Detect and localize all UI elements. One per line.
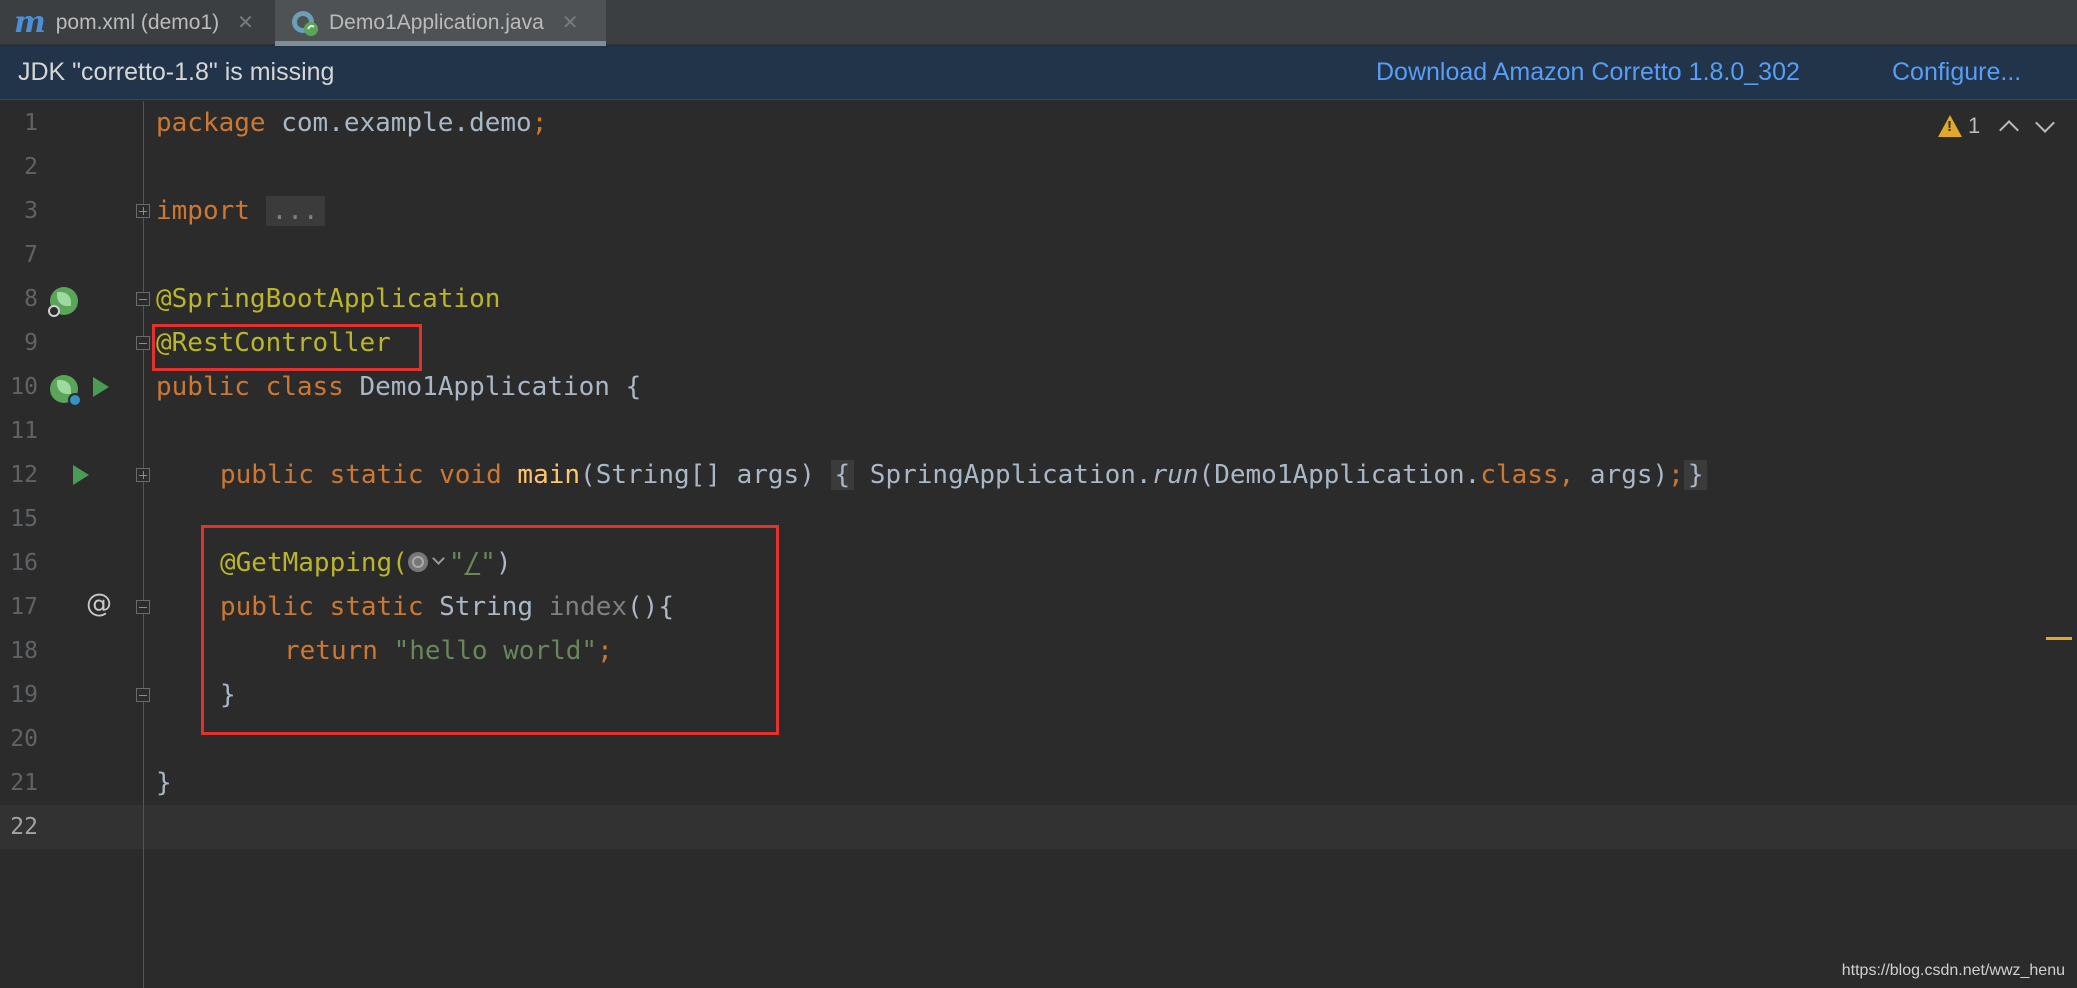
line-number: 20 <box>10 726 38 752</box>
spring-bean-icon[interactable] <box>50 375 82 407</box>
code-text: Demo1Application { <box>343 372 642 402</box>
warning-count: 1 <box>1968 113 1981 138</box>
missing-jdk-banner: JDK "corretto-1.8" is missing Download A… <box>0 46 2077 100</box>
line-number: 3 <box>24 198 38 224</box>
warning-icon <box>1938 115 1962 137</box>
method-name: main <box>517 460 581 490</box>
highlight-box-getmapping <box>201 525 779 735</box>
run-icon[interactable] <box>93 377 109 397</box>
chevron-down-icon[interactable] <box>2035 113 2056 133</box>
line-number: 16 <box>10 550 38 576</box>
code-line: public class Demo1Application { <box>156 365 641 409</box>
configure-link[interactable]: Configure... <box>1892 58 2021 87</box>
method-call: run <box>1151 460 1199 490</box>
spring-class-icon <box>291 9 319 37</box>
fold-collapse-icon[interactable] <box>136 336 150 350</box>
code-line: package com.example.demo; <box>156 101 547 145</box>
code-text: com.example.demo <box>265 108 532 138</box>
line-number: 10 <box>10 374 38 400</box>
code-line: import ... <box>156 189 325 233</box>
request-mapping-icon[interactable]: @ <box>86 589 112 619</box>
line-number: 21 <box>10 770 38 796</box>
chevron-up-icon[interactable] <box>1999 120 2020 140</box>
run-icon[interactable] <box>73 465 89 485</box>
line-number: 18 <box>10 638 38 664</box>
line-number: 22 <box>10 814 38 840</box>
line-number: 9 <box>24 330 38 356</box>
fold-collapse-icon[interactable] <box>136 600 150 614</box>
code-line: } <box>156 761 172 805</box>
keyword: public class <box>156 372 344 402</box>
annotation: @SpringBootApplication <box>156 284 501 314</box>
folded-brace[interactable]: { <box>830 460 855 490</box>
folded-imports[interactable]: ... <box>265 196 325 226</box>
fold-expand-icon[interactable] <box>136 204 150 218</box>
tab-pom-xml[interactable]: m pom.xml (demo1) ✕ <box>14 0 254 45</box>
warning-stripe-marker[interactable] <box>2046 637 2072 640</box>
line-number: 17 <box>10 594 38 620</box>
watermark: https://blog.csdn.net/wwz_henu <box>1841 962 2065 979</box>
keyword: class, <box>1480 460 1575 490</box>
tab-label: Demo1Application.java <box>329 10 544 34</box>
keyword: import <box>156 196 250 226</box>
keyword: public static void <box>220 460 502 490</box>
tab-label: pom.xml (demo1) <box>55 10 220 34</box>
fold-expand-icon[interactable] <box>136 468 150 482</box>
code-text: args) <box>1574 460 1669 490</box>
line-number: 19 <box>10 682 38 708</box>
code-text: (Demo1Application. <box>1198 460 1481 490</box>
line-number: 8 <box>24 286 38 312</box>
semicolon: ; <box>1668 460 1684 490</box>
line-number: 1 <box>24 110 38 136</box>
line-number: 2 <box>24 154 38 180</box>
close-icon[interactable]: ✕ <box>237 10 254 35</box>
fold-collapse-icon[interactable] <box>136 688 150 702</box>
line-number: 12 <box>10 462 38 488</box>
current-line-highlight <box>0 805 2077 849</box>
inspection-widget[interactable]: 1 <box>1938 113 2056 140</box>
fold-collapse-icon[interactable] <box>136 292 150 306</box>
code-line: @SpringBootApplication <box>156 277 500 321</box>
code-text: (String[] args) <box>580 460 831 490</box>
banner-message: JDK "corretto-1.8" is missing <box>18 58 335 86</box>
line-number: 15 <box>10 506 38 532</box>
semicolon: ; <box>531 108 548 138</box>
tab-demo1application[interactable]: Demo1Application.java ✕ <box>275 0 606 45</box>
code-editor[interactable]: 1 2 3 7 8 9 10 11 12 15 16 17 18 19 20 2… <box>0 101 2077 988</box>
line-number: 11 <box>10 418 38 444</box>
folded-brace[interactable]: } <box>1683 460 1708 490</box>
spring-bean-search-icon[interactable] <box>48 287 78 317</box>
gutter-divider <box>143 101 144 988</box>
download-jdk-link[interactable]: Download Amazon Corretto 1.8.0_302 <box>1376 58 1800 87</box>
editor-tab-bar: m pom.xml (demo1) ✕ Demo1Application.jav… <box>0 0 2077 46</box>
code-text: SpringApplication. <box>854 460 1152 490</box>
keyword: package <box>156 108 266 138</box>
close-icon[interactable]: ✕ <box>562 10 579 35</box>
maven-icon: m <box>14 4 46 40</box>
code-line: public static void main(String[] args) {… <box>220 453 1708 497</box>
highlight-box-restcontroller <box>152 324 422 371</box>
code-text: } <box>156 768 172 798</box>
line-number: 7 <box>24 242 38 268</box>
